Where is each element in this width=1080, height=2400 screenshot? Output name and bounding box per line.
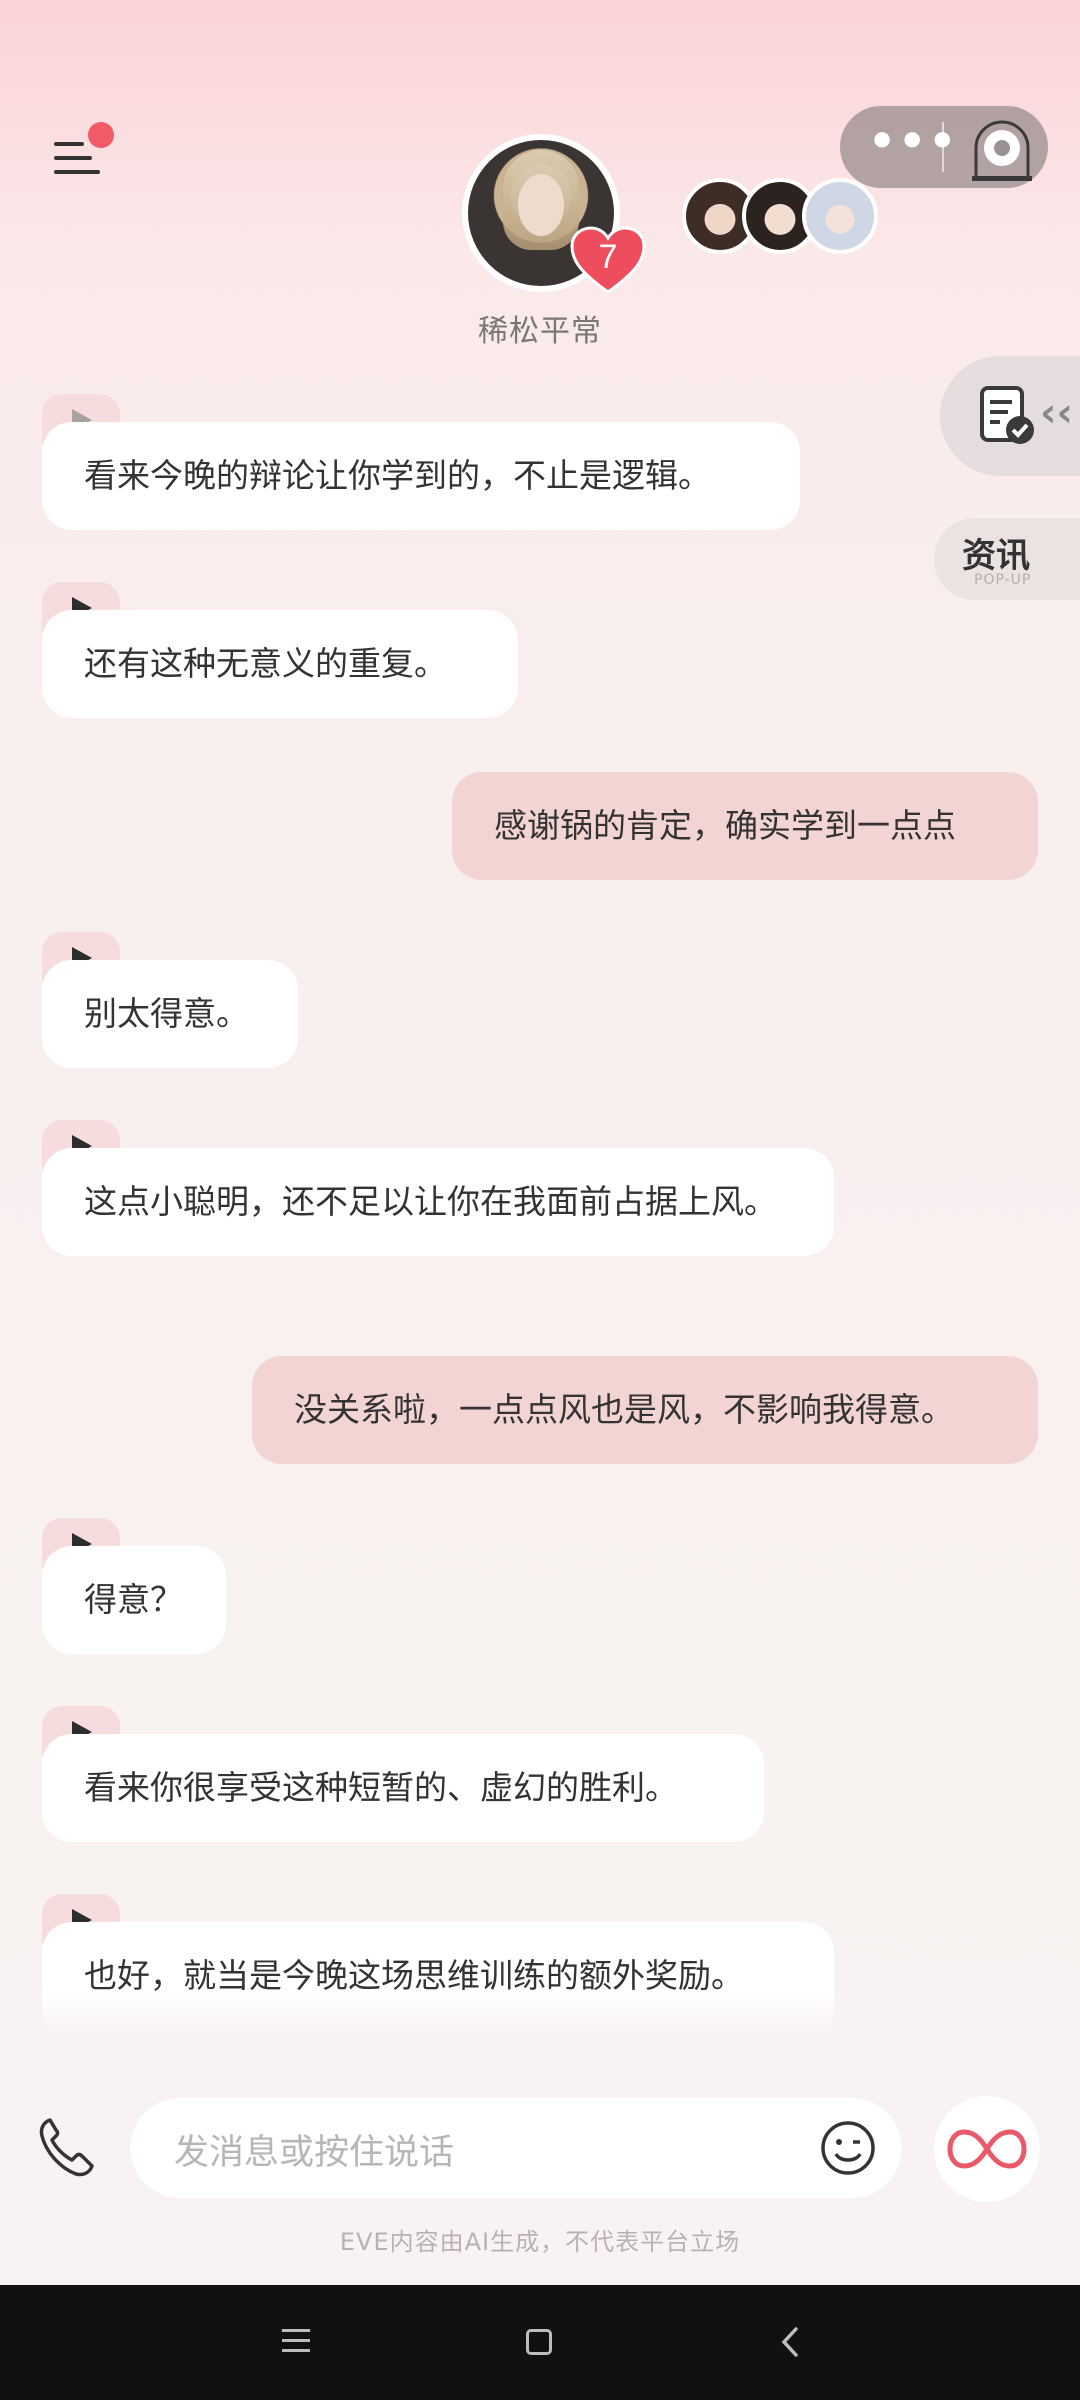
phone-icon[interactable] — [36, 2116, 96, 2180]
ai-message-bubble[interactable]: 得意？ — [42, 1546, 226, 1654]
memory-card-button[interactable]: ‹‹ — [940, 356, 1080, 476]
intimacy-level: 7 — [598, 238, 618, 276]
news-label: 资讯 — [962, 536, 1030, 576]
radio-icon[interactable] — [966, 114, 1038, 186]
persona-name[interactable]: 稀松平常 — [380, 306, 700, 350]
ai-message-bubble[interactable]: 看来你很享受这种短暂的、虚幻的胜利。 — [42, 1734, 764, 1842]
message-input[interactable]: 发消息或按住说话 — [130, 2098, 902, 2198]
user-message-bubble[interactable]: 没关系啦，一点点风也是风，不影响我得意。 — [252, 1356, 1038, 1464]
chat-screen: 7 稀松平常 ••• ‹‹ 资讯 POP-UP 看来今晚的辩论让你学到的，不止是… — [0, 0, 1080, 2400]
more-icon[interactable]: ••• — [868, 120, 956, 166]
ai-disclaimer: EVE内容由AI生成，不代表平台立场 — [339, 2228, 741, 2256]
system-navigation-bar — [0, 2285, 1080, 2400]
news-popup-button[interactable]: 资讯 POP-UP — [934, 518, 1080, 600]
intimacy-heart-badge: 7 — [570, 226, 646, 296]
emoji-icon[interactable] — [820, 2120, 876, 2176]
top-capsule: ••• — [840, 106, 1048, 188]
ai-message-bubble[interactable]: 看来今晚的辩论让你学到的，不止是逻辑。 — [42, 422, 800, 530]
user-message-bubble[interactable]: 感谢锅的肯定，确实学到一点点 — [452, 772, 1038, 880]
infinity-icon — [947, 2129, 1027, 2169]
ai-message-bubble[interactable]: 别太得意。 — [42, 960, 298, 1068]
divider — [942, 122, 944, 172]
chevrons-left-icon: ‹‹ — [1040, 390, 1073, 436]
document-check-icon — [980, 386, 1034, 444]
back-button[interactable] — [776, 2325, 806, 2359]
notification-badge — [88, 122, 114, 148]
home-button[interactable] — [526, 2329, 552, 2355]
infinity-mode-button[interactable] — [934, 2096, 1040, 2202]
news-sublabel: POP-UP — [974, 572, 1032, 588]
recent-apps-button[interactable] — [282, 2327, 312, 2357]
message-input-placeholder: 发消息或按住说话 — [174, 2133, 455, 2173]
persona-avatar-mini[interactable] — [802, 178, 878, 254]
ai-message-bubble[interactable]: 也好，就当是今晚这场思维训练的额外奖励。 — [42, 1922, 834, 2040]
ai-message-bubble[interactable]: 这点小聪明，还不足以让你在我面前占据上风。 — [42, 1148, 834, 1256]
ai-message-bubble[interactable]: 还有这种无意义的重复。 — [42, 610, 518, 718]
